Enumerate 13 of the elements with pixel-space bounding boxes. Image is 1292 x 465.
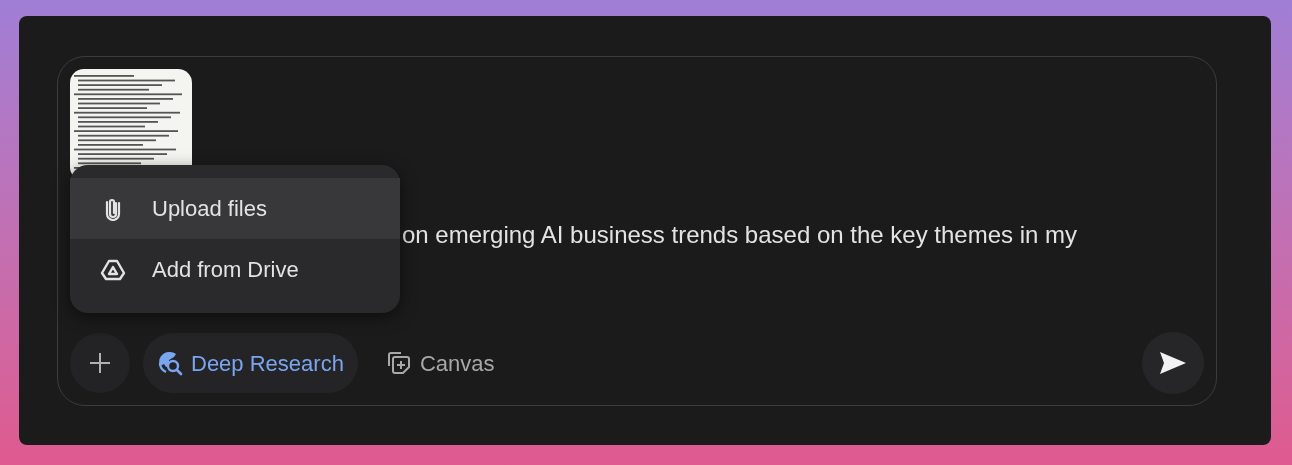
- send-icon: [1158, 350, 1188, 376]
- canvas-icon: [385, 350, 412, 376]
- menu-item-label: Add from Drive: [152, 256, 299, 284]
- menu-item-label: Upload files: [152, 195, 267, 223]
- menu-item[interactable]: Add from Drive: [70, 239, 400, 300]
- tool-button[interactable]: Deep Research: [143, 333, 358, 393]
- plus-icon: [89, 352, 111, 374]
- menu-item[interactable]: Upload files: [70, 178, 400, 239]
- globe-search-icon: [157, 350, 183, 376]
- tool-button[interactable]: Canvas: [371, 333, 509, 393]
- paperclip-icon: [105, 196, 121, 221]
- prompt-text[interactable]: on emerging AI business trends based on the key themes in my: [402, 219, 1204, 251]
- triangle-icon: [100, 257, 126, 282]
